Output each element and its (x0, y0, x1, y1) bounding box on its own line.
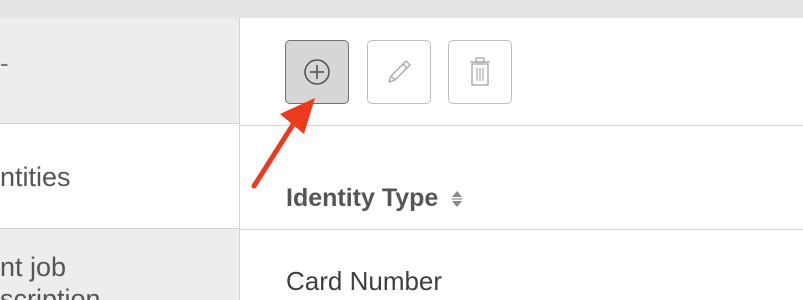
trash-icon (470, 57, 490, 86)
annotation-arrow-icon (251, 98, 315, 189)
left-cell-row1 (0, 18, 240, 124)
table-cell-identity-type[interactable]: Card Number (286, 266, 442, 297)
top-band (0, 0, 803, 18)
left-row2-label: ntities (0, 162, 71, 192)
pencil-icon (388, 60, 411, 83)
left-row1-label: - (0, 48, 9, 78)
delete-button[interactable] (448, 40, 512, 104)
plus-circle-icon (304, 59, 330, 85)
edit-button[interactable] (367, 40, 431, 104)
sort-arrows-icon[interactable] (450, 190, 464, 208)
left-row3-label: nt job scription (0, 252, 101, 300)
